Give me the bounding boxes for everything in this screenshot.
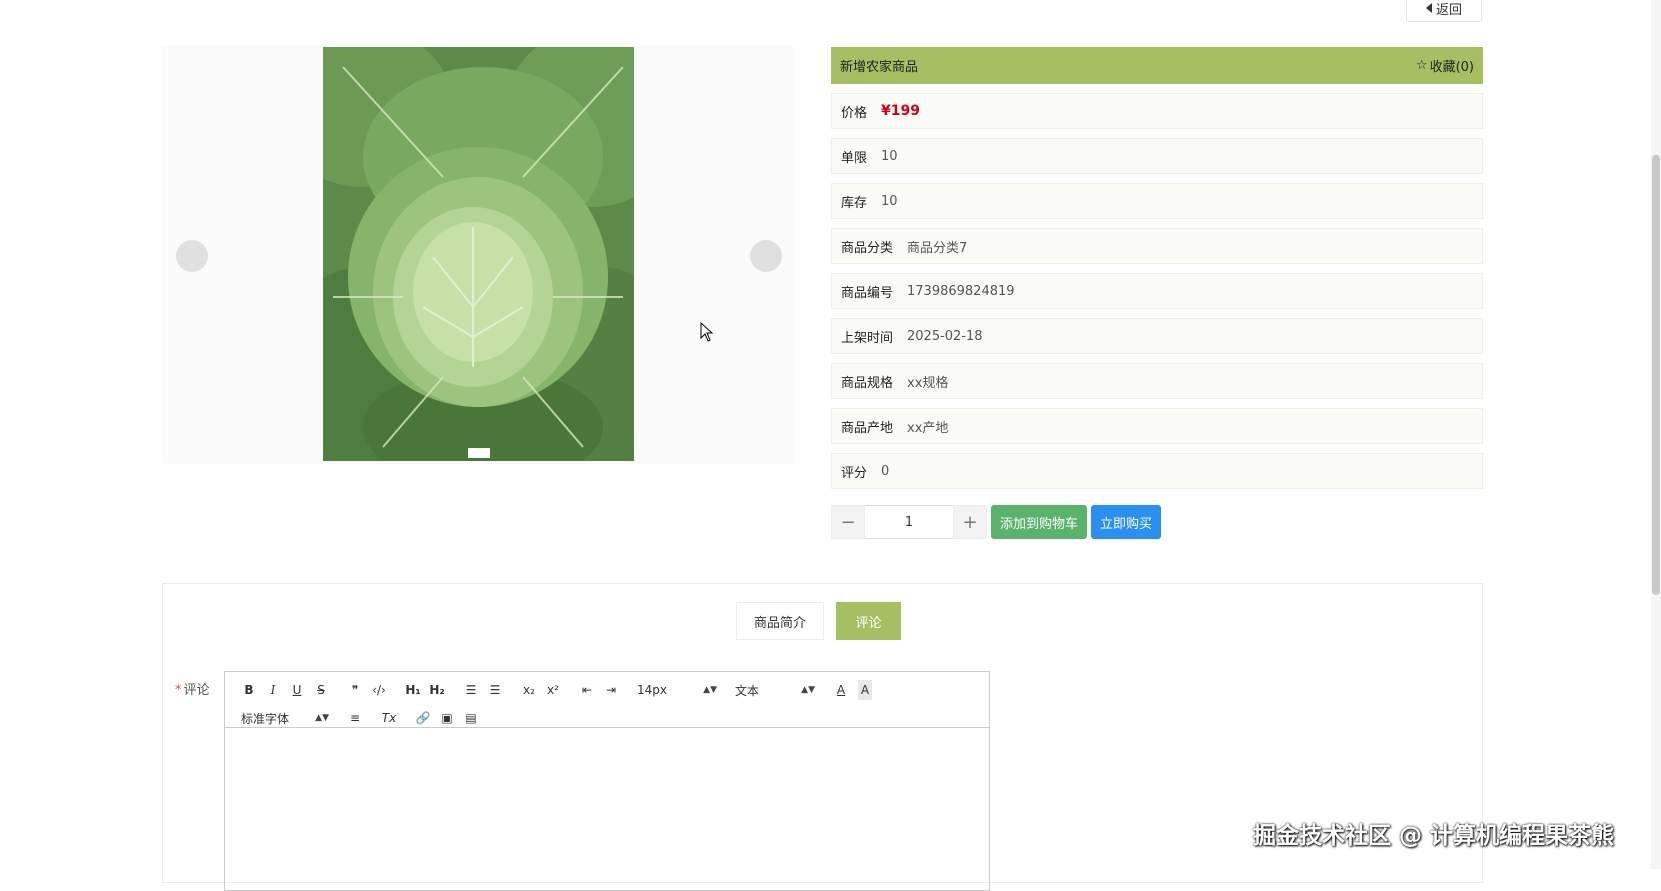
required-mark: *: [175, 683, 182, 698]
decrease-quantity-button[interactable]: −: [831, 505, 865, 539]
clean-format-button[interactable]: Tx: [377, 708, 401, 728]
field-label: 上架时间: [841, 330, 894, 346]
field-label: 库存: [841, 195, 868, 211]
bullet-list-button[interactable]: ☰: [483, 680, 507, 700]
image-button[interactable]: ▣: [435, 708, 459, 728]
tab-description[interactable]: 商品简介: [736, 602, 825, 640]
purchase-controls: − + 添加到购物车 立即购买: [831, 505, 1162, 539]
quantity-input[interactable]: [865, 505, 953, 539]
font-family-value: 标准字体: [241, 711, 290, 726]
field-value: 2025-02-18: [907, 328, 983, 344]
star-icon: ☆: [1415, 58, 1428, 73]
header-2-button[interactable]: H₂: [425, 680, 449, 700]
product-title-bar: 新增农家商品 ☆ 收藏(0): [831, 47, 1483, 84]
ordered-list-button[interactable]: ☰: [459, 680, 483, 700]
indent-button[interactable]: ⇥: [599, 680, 623, 700]
field-value: xx规格: [907, 375, 949, 391]
comment-editor-body[interactable]: [225, 728, 989, 878]
back-button[interactable]: 返回: [1406, 0, 1482, 22]
price-value: ¥199: [881, 103, 920, 119]
detail-tabs: 商品简介 评论: [736, 602, 902, 640]
field-label: 商品编号: [841, 285, 894, 301]
carousel-next-button[interactable]: [750, 240, 782, 272]
video-button[interactable]: ▤: [459, 708, 483, 728]
field-origin: 商品产地 xx产地: [831, 408, 1483, 444]
tab-comments[interactable]: 评论: [836, 602, 902, 640]
favorite-button[interactable]: ☆ 收藏(0): [1416, 56, 1474, 75]
field-limit: 单限 10: [831, 138, 1483, 174]
field-rating: 评分 0: [831, 453, 1483, 489]
align-button[interactable]: ≡: [343, 708, 367, 728]
field-product-id: 商品编号 1739869824819: [831, 273, 1483, 309]
product-info-panel: 新增农家商品 ☆ 收藏(0) 价格 ¥199 单限 10 库存 10 商品分类 …: [831, 47, 1483, 489]
field-label: 商品分类: [841, 240, 894, 256]
background-color-button[interactable]: A: [858, 680, 872, 700]
buy-now-button[interactable]: 立即购买: [1091, 505, 1162, 539]
strike-button[interactable]: S: [309, 680, 333, 700]
header-value: 文本: [735, 683, 760, 698]
link-button[interactable]: 🔗: [411, 708, 435, 728]
field-value: 商品分类7: [907, 240, 968, 256]
field-label: 单限: [841, 150, 868, 166]
field-category: 商品分类 商品分类7: [831, 228, 1483, 264]
underline-button[interactable]: U: [285, 680, 309, 700]
select-arrows-icon: ▲▼: [315, 713, 329, 723]
font-color-button[interactable]: A: [829, 680, 853, 700]
italic-button[interactable]: I: [261, 680, 285, 700]
field-value: 1739869824819: [907, 283, 1015, 299]
field-value: xx产地: [907, 420, 949, 436]
field-spec: 商品规格 xx规格: [831, 363, 1483, 399]
field-label: 评分: [841, 465, 868, 481]
comment-label-text: 评论: [183, 683, 210, 698]
field-value: 0: [881, 463, 890, 479]
carousel-indicator[interactable]: [468, 448, 490, 458]
field-stock: 库存 10: [831, 183, 1483, 219]
caret-left-icon: [1425, 3, 1432, 13]
field-label: 价格: [841, 105, 868, 121]
increase-quantity-button[interactable]: +: [953, 505, 987, 539]
editor-toolbar: B I U S ❞ ‹/› H₁ H₂ ☰ ☰ x₂ x² ⇤ ⇥ 14px ▲…: [225, 672, 989, 728]
field-value: 10: [881, 148, 898, 164]
field-label: 商品规格: [841, 375, 894, 391]
carousel-prev-button[interactable]: [176, 240, 208, 272]
font-size-select[interactable]: 14px ▲▼: [633, 680, 721, 700]
bold-button[interactable]: B: [237, 680, 261, 700]
field-label: 商品产地: [841, 420, 894, 436]
subscript-button[interactable]: x₂: [517, 680, 541, 700]
header-select[interactable]: 文本 ▲▼: [731, 680, 819, 700]
back-label: 返回: [1435, 1, 1462, 17]
scrollbar-thumb[interactable]: [1652, 155, 1660, 595]
superscript-button[interactable]: x²: [541, 680, 565, 700]
product-image-carousel: [162, 47, 794, 463]
field-listed-date: 上架时间 2025-02-18: [831, 318, 1483, 354]
outdent-button[interactable]: ⇤: [575, 680, 599, 700]
mouse-cursor-icon: [700, 322, 714, 342]
font-family-select[interactable]: 标准字体 ▲▼: [237, 708, 333, 728]
code-block-button[interactable]: ‹/›: [367, 680, 391, 700]
field-price: 价格 ¥199: [831, 93, 1483, 129]
font-size-value: 14px: [637, 683, 667, 697]
comment-field-label: * 评论: [175, 679, 210, 698]
select-arrows-icon: ▲▼: [801, 685, 815, 695]
comment-rich-text-editor: B I U S ❞ ‹/› H₁ H₂ ☰ ☰ x₂ x² ⇤ ⇥ 14px ▲…: [224, 671, 990, 891]
blockquote-button[interactable]: ❞: [343, 680, 367, 700]
add-to-cart-button[interactable]: 添加到购物车: [991, 505, 1088, 539]
watermark: 掘金技术社区 @ 计算机编程果茶熊: [1253, 823, 1615, 849]
product-image: [323, 47, 634, 461]
header-1-button[interactable]: H₁: [401, 680, 425, 700]
field-value: 10: [881, 193, 898, 209]
select-arrows-icon: ▲▼: [703, 685, 717, 695]
favorite-label: 收藏(0): [1429, 60, 1474, 75]
product-title: 新增农家商品: [840, 60, 919, 75]
